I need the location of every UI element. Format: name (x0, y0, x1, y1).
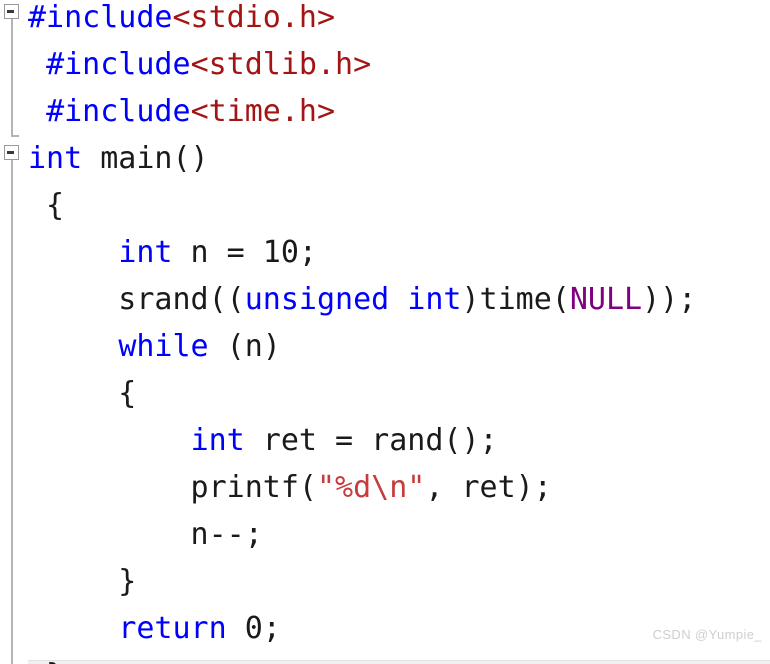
token-kw: while (118, 329, 209, 364)
code-line-content: int main() (0, 135, 209, 182)
code-line-content: while (n) (0, 323, 281, 370)
fold-margin (0, 0, 28, 664)
token-inc: <stdio.h> (172, 0, 336, 35)
code-line-15[interactable]: } (0, 652, 770, 664)
code-line-content: int ret = rand(); (0, 417, 498, 464)
token-kw: unsigned (244, 282, 390, 317)
token-kw: #include (46, 94, 191, 129)
token-macro: NULL (569, 282, 643, 317)
token-plain: n = 10; (172, 235, 317, 270)
token-inc: <stdlib.h> (190, 47, 372, 82)
code-line-content: srand((unsigned int)time(NULL)); (0, 276, 696, 323)
fold-guide-line (11, 19, 13, 135)
code-line-13[interactable]: } (0, 558, 770, 605)
token-plain: srand(( (28, 282, 245, 317)
token-plain: 0; (226, 611, 281, 646)
token-plain: )time( (461, 282, 570, 317)
code-line-content: printf("%d\n", ret); (0, 464, 552, 511)
code-line-11[interactable]: printf("%d\n", ret); (0, 464, 770, 511)
token-plain: n--; (28, 517, 263, 552)
fold-guide-line (11, 160, 13, 664)
code-line-5[interactable]: { (0, 182, 770, 229)
token-plain: { (28, 188, 65, 223)
code-line-content: return 0; (0, 605, 281, 652)
token-plain: ret = rand(); (244, 423, 498, 458)
code-line-content: #include<stdio.h> (0, 0, 335, 41)
collapse-minus-icon[interactable] (4, 4, 19, 19)
token-plain: )); (642, 282, 697, 317)
watermark: CSDN @Yumpie_ (652, 627, 762, 642)
code-line-6[interactable]: int n = 10; (0, 229, 770, 276)
token-kw: int (118, 235, 173, 270)
code-line-4[interactable]: int main() (0, 135, 770, 182)
token-str: "%d\n" (316, 470, 426, 505)
token-plain: { (28, 376, 137, 411)
code-line-content: n--; (0, 511, 263, 558)
token-kw: int (28, 141, 83, 176)
token-inc: <time.h> (190, 94, 336, 129)
code-line-3[interactable]: #include<time.h> (0, 88, 770, 135)
fold-guide-foot (11, 135, 19, 137)
code-line-9[interactable]: { (0, 370, 770, 417)
code-line-content: #include<time.h> (0, 88, 335, 135)
code-line-content: #include<stdlib.h> (0, 41, 371, 88)
token-plain: , ret); (425, 470, 552, 505)
token-plain: main() (82, 141, 209, 176)
token-plain: printf( (28, 470, 317, 505)
token-kw: #include (46, 47, 191, 82)
token-kw: return (118, 611, 227, 646)
collapse-minus-icon[interactable] (4, 145, 19, 160)
code-line-content: int n = 10; (0, 229, 317, 276)
token-kw: int (190, 423, 245, 458)
token-kw: #include (28, 0, 173, 35)
token-kw: int (407, 282, 462, 317)
code-line-12[interactable]: n--; (0, 511, 770, 558)
token-plain: (n) (208, 329, 281, 364)
code-editor-window: #include<stdio.h> #include<stdlib.h> #in… (0, 0, 770, 664)
code-line-2[interactable]: #include<stdlib.h> (0, 41, 770, 88)
token-plain: } (28, 564, 137, 599)
code-line-1[interactable]: #include<stdio.h> (0, 0, 770, 41)
token-plain: } (28, 658, 64, 664)
code-line-7[interactable]: srand((unsigned int)time(NULL)); (0, 276, 770, 323)
code-line-10[interactable]: int ret = rand(); (0, 417, 770, 464)
code-line-8[interactable]: while (n) (0, 323, 770, 370)
code-text-area[interactable]: #include<stdio.h> #include<stdlib.h> #in… (0, 0, 770, 664)
